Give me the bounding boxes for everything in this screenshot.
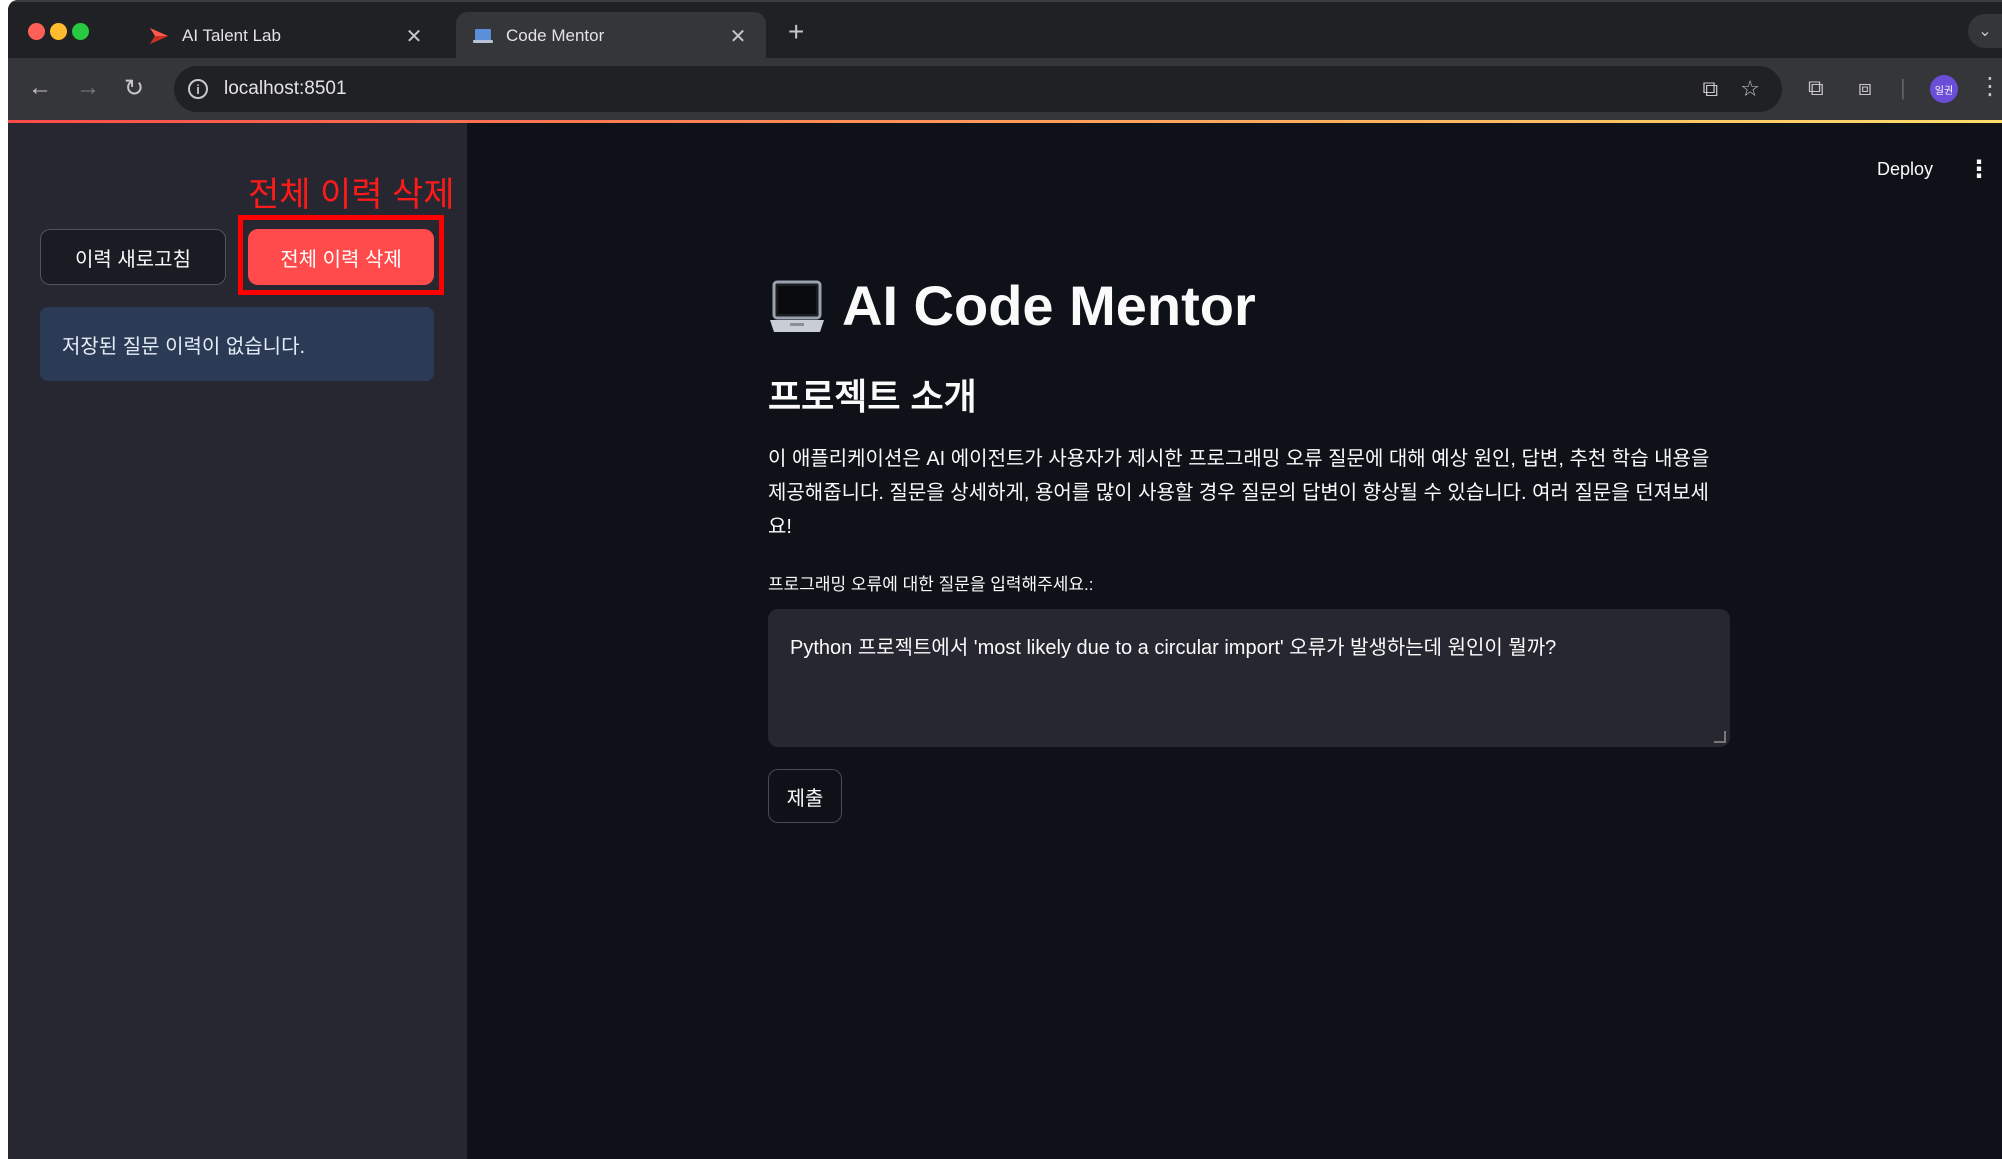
toolbar-divider: | <box>1900 75 1906 100</box>
tab-title: AI Talent Lab <box>182 26 281 45</box>
bookmark-star-icon[interactable]: ☆ <box>1740 76 1760 102</box>
tab-code-mentor[interactable]: Code Mentor ✕ <box>456 12 766 60</box>
close-tab-icon[interactable]: ✕ <box>726 24 750 49</box>
minimize-window-button[interactable] <box>50 23 67 40</box>
new-tab-plus-icon[interactable]: + <box>788 16 804 48</box>
forward-arrow-icon[interactable]: → <box>76 74 100 102</box>
main-content: Deploy ⋮ AI Code Mentor 프로젝트 소개 이 애플리케이션… <box>467 123 2002 1159</box>
sidebar: 전체 이력 삭제 이력 새로고침 전체 이력 삭제 저장된 질문 이력이 없습니… <box>8 123 467 1159</box>
empty-history-message: 저장된 질문 이력이 없습니다. <box>62 335 306 358</box>
submit-button[interactable]: 제출 <box>768 769 842 823</box>
tab-ai-talent-lab[interactable]: AI Talent Lab ✕ <box>132 12 442 60</box>
browser-menu-icon[interactable]: ⋮ <box>1978 72 2002 101</box>
question-text[interactable]: Python 프로젝트에서 'most likely due to a circ… <box>790 637 1556 659</box>
site-info-icon[interactable]: i <box>188 79 208 99</box>
laptop-favicon-icon <box>473 29 493 43</box>
question-input-label: 프로그래밍 오류에 대한 질문을 입력해주세요.: <box>768 575 1094 594</box>
close-window-button[interactable] <box>28 23 45 40</box>
tab-title: Code Mentor <box>506 26 605 45</box>
tab-strip: AI Talent Lab ✕ Code Mentor ✕ + ⌄ <box>8 0 2002 60</box>
close-tab-icon[interactable]: ✕ <box>402 24 426 49</box>
refresh-history-button[interactable]: 이력 새로고침 <box>40 229 226 285</box>
translate-icon[interactable]: ⧉ <box>1703 76 1719 102</box>
extensions-puzzle-icon[interactable]: ⧈ <box>1858 75 1872 101</box>
maximize-window-button[interactable] <box>72 23 89 40</box>
back-arrow-icon[interactable]: ← <box>28 74 52 102</box>
project-description: 이 애플리케이션은 AI 에이전트가 사용자가 제시한 프로그래밍 오류 질문에… <box>768 448 1710 538</box>
content-column: AI Code Mentor 프로젝트 소개 이 애플리케이션은 AI 에이전트… <box>768 273 1730 823</box>
address-bar[interactable]: i localhost:8501 ⧉ ☆ <box>174 66 1782 112</box>
textarea-resize-handle[interactable] <box>1714 731 1726 743</box>
app-menu-icon[interactable]: ⋮ <box>1967 155 1991 184</box>
delete-all-history-button[interactable]: 전체 이력 삭제 <box>248 229 434 285</box>
empty-history-info: 저장된 질문 이력이 없습니다. <box>40 307 434 381</box>
deploy-button[interactable]: Deploy <box>1877 159 1933 180</box>
ai-talent-lab-favicon-icon <box>150 28 168 44</box>
tab-share-icon[interactable]: ⧉ <box>1808 75 1824 101</box>
browser-window: AI Talent Lab ✕ Code Mentor ✕ + ⌄ ← → ↻ … <box>8 0 2002 1159</box>
section-title: 프로젝트 소개 <box>768 376 977 417</box>
page-title-text: AI Code Mentor <box>842 274 1256 337</box>
tab-search-chevron-icon[interactable]: ⌄ <box>1968 14 2002 48</box>
browser-toolbar: ← → ↻ i localhost:8501 ⧉ ☆ ⧉ ⧈ | 일권 ⋮ <box>8 58 2002 120</box>
reload-icon[interactable]: ↻ <box>124 74 144 103</box>
url-text[interactable]: localhost:8501 <box>224 78 1703 100</box>
profile-avatar[interactable]: 일권 <box>1930 75 1958 103</box>
page-title: AI Code Mentor <box>768 273 1730 338</box>
laptop-icon <box>770 280 824 332</box>
annotation-label: 전체 이력 삭제 <box>248 176 455 214</box>
question-textarea[interactable]: Python 프로젝트에서 'most likely due to a circ… <box>768 609 1730 747</box>
